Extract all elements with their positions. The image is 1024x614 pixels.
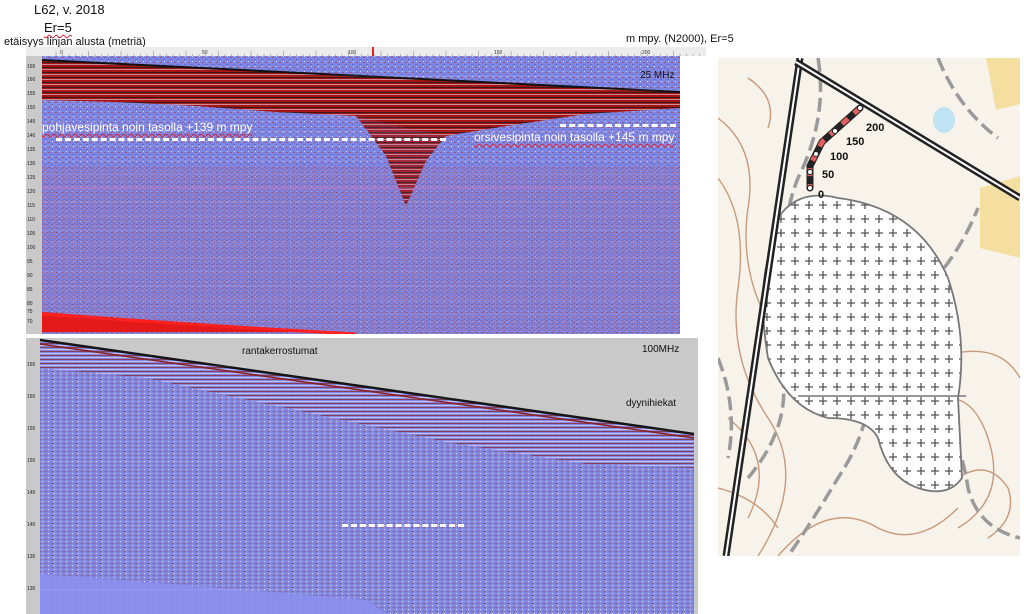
- elevation-tick-label: 90: [27, 273, 33, 279]
- elevation-tick-label: 145: [27, 119, 36, 125]
- elevation-tick-label: 105: [27, 231, 36, 237]
- radargram-25mhz-image: [26, 56, 680, 334]
- radargram-100mhz-image: [26, 338, 698, 614]
- dune-sands-label: dyynihiekat: [626, 398, 677, 409]
- elevation-tick-label: 75: [27, 309, 33, 315]
- line-distance-label: 0: [818, 189, 824, 201]
- line-distance-label: 50: [822, 169, 834, 181]
- elevation-tick-label: 100: [27, 245, 36, 251]
- elevation-tick-label: 85: [27, 287, 33, 293]
- radargram-25mhz: 165 160 155 150 145 140 135 130 125 120 …: [26, 56, 680, 334]
- elevation-tick-label: 165: [27, 362, 36, 368]
- elevation-tick-label: 130: [27, 586, 36, 592]
- groundwater-label: pohjavesipinta noin tasolla +139 m mpy: [42, 120, 253, 134]
- distance-scale: 0 50 100 150 200: [26, 47, 706, 56]
- elevation-tick-label: 80: [27, 301, 33, 307]
- line-distance-label: 200: [866, 122, 884, 134]
- elevation-tick-label: 165: [27, 64, 36, 70]
- elevation-tick-label: 95: [27, 259, 33, 265]
- permittivity-label: Er=5: [44, 20, 72, 35]
- elevation-tick-label: 120: [27, 189, 36, 195]
- elevation-tick-label: 145: [27, 490, 36, 496]
- elevation-tick-label: 70: [27, 319, 33, 325]
- groundwater-level-line: [56, 138, 446, 141]
- water-table-line-100: [342, 524, 464, 527]
- perched-water-label: orsivesipinta noin tasolla +145 m mpy: [474, 130, 675, 144]
- elevation-tick-label: 140: [27, 522, 36, 528]
- frequency-label-100: 100MHz: [642, 344, 680, 355]
- line-distance-label: 100: [830, 151, 848, 163]
- elevation-tick-label: 160: [27, 394, 36, 400]
- location-map: 0 50 100 150 200: [718, 58, 1020, 556]
- elevation-tick-label: 135: [27, 554, 36, 560]
- elevation-tick-label: 160: [27, 77, 36, 83]
- radargram-100mhz: 165 160 155 150 145 140 135 130 100MHz r…: [26, 338, 698, 614]
- shore-deposits-label: rantakerrostumat: [242, 346, 318, 357]
- elevation-tick-label: 155: [27, 91, 36, 97]
- elevation-tick-label: 135: [27, 147, 36, 153]
- elevation-tick-label: 125: [27, 175, 36, 181]
- perched-water-level-line: [560, 124, 676, 127]
- elevation-tick-label: 115: [27, 203, 35, 209]
- elevation-tick-label: 140: [27, 133, 36, 139]
- line-distance-label: 150: [846, 136, 864, 148]
- elevation-tick-label: 110: [27, 217, 35, 223]
- frequency-label-25: 25 MHz: [640, 70, 675, 81]
- elevation-tick-label: 155: [27, 426, 36, 432]
- elevation-tick-label: 150: [27, 105, 36, 111]
- elevation-units-label: m mpy. (N2000), Er=5: [626, 33, 734, 45]
- elevation-tick-label: 150: [27, 458, 36, 464]
- elevation-tick-label: 130: [27, 161, 36, 167]
- profile-title: L62, v. 2018: [34, 2, 105, 17]
